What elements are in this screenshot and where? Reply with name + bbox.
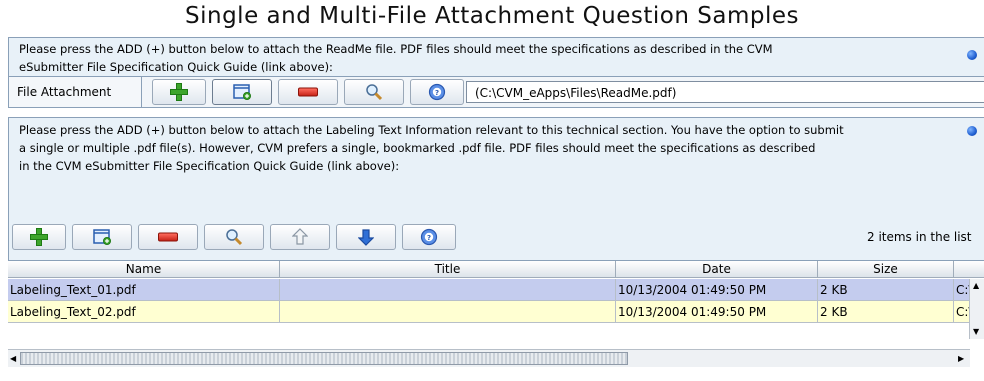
svg-text:?: ? <box>435 89 439 97</box>
move-up-button[interactable] <box>270 224 330 250</box>
column-header-size[interactable]: Size <box>818 261 954 278</box>
help-button[interactable]: ? <box>410 79 464 105</box>
cell-size: 2 KB <box>818 279 954 301</box>
question-1-line-1: Please press the ADD (+) button below to… <box>19 42 773 56</box>
add-button[interactable] <box>12 224 66 250</box>
scroll-right-arrow-icon[interactable]: ▶ <box>958 354 964 363</box>
move-down-button[interactable] <box>336 224 396 250</box>
view-button[interactable] <box>204 224 264 250</box>
horizontal-scroll-thumb[interactable] <box>20 352 628 365</box>
cell-name: Labeling_Text_02.pdf <box>8 301 280 323</box>
column-header-name[interactable]: Name <box>8 261 280 278</box>
minus-icon <box>298 87 318 97</box>
question-1-panel: Please press the ADD (+) button below to… <box>8 37 984 78</box>
column-header-date[interactable]: Date <box>616 261 818 278</box>
magnifier-icon <box>366 84 383 101</box>
info-dot-icon <box>967 50 977 60</box>
magnifier-icon <box>226 229 243 246</box>
new-file-button[interactable] <box>72 224 132 250</box>
svg-text:?: ? <box>427 234 431 242</box>
add-button[interactable] <box>152 79 206 105</box>
question-2-line-3: in the CVM eSubmitter File Specification… <box>19 159 400 173</box>
remove-button[interactable] <box>138 224 198 250</box>
arrow-up-icon <box>292 228 308 245</box>
remove-button[interactable] <box>278 79 338 105</box>
column-header-path[interactable] <box>954 261 984 278</box>
table-row[interactable]: Labeling_Text_02.pdf 10/13/2004 01:49:50… <box>8 301 984 323</box>
question-2-panel: Please press the ADD (+) button below to… <box>8 117 984 263</box>
file-path-field[interactable]: (C:\CVM_eApps\Files\ReadMe.pdf) <box>466 81 984 103</box>
horizontal-scrollbar[interactable]: ◀ ▶ <box>8 349 970 367</box>
question-2-line-1: Please press the ADD (+) button below to… <box>19 123 844 137</box>
cell-title <box>280 301 616 323</box>
item-count-label: 2 items in the list <box>867 230 972 244</box>
scroll-down-arrow-icon[interactable]: ▼ <box>973 327 979 336</box>
column-header-title[interactable]: Title <box>280 261 616 278</box>
question-1-text: Please press the ADD (+) button below to… <box>19 40 773 76</box>
arrow-down-icon <box>358 229 374 246</box>
cell-date: 10/13/2004 01:49:50 PM <box>616 301 818 323</box>
page-title: Single and Multi-File Attachment Questio… <box>185 3 799 29</box>
help-icon: ? <box>420 228 438 246</box>
help-icon: ? <box>428 83 446 101</box>
plus-icon <box>30 228 48 246</box>
file-attachment-row: File Attachment ? (C:\CVM_eApps\Files\Re… <box>8 76 984 108</box>
new-document-icon <box>233 84 251 100</box>
new-file-button[interactable] <box>212 79 272 105</box>
view-button[interactable] <box>344 79 404 105</box>
vertical-scrollbar[interactable]: ▲ ▼ <box>969 279 984 339</box>
cell-date: 10/13/2004 01:49:50 PM <box>616 279 818 301</box>
cell-name: Labeling_Text_01.pdf <box>8 279 280 301</box>
table-row[interactable]: Labeling_Text_01.pdf 10/13/2004 01:49:50… <box>8 279 984 301</box>
question-1-line-2: eSubmitter File Specification Quick Guid… <box>19 60 333 74</box>
help-button[interactable]: ? <box>402 224 456 250</box>
info-dot-icon <box>967 126 977 136</box>
file-attachment-label: File Attachment <box>9 77 142 107</box>
new-document-icon <box>93 229 111 245</box>
cell-size: 2 KB <box>818 301 954 323</box>
question-2-text: Please press the ADD (+) button below to… <box>19 121 844 175</box>
scroll-up-arrow-icon[interactable]: ▲ <box>973 281 979 290</box>
plus-icon <box>170 83 188 101</box>
scroll-left-arrow-icon[interactable]: ◀ <box>10 354 16 363</box>
minus-icon <box>158 232 178 242</box>
question-2-line-2: a single or multiple .pdf file(s). Howev… <box>19 141 816 155</box>
cell-title <box>280 279 616 301</box>
